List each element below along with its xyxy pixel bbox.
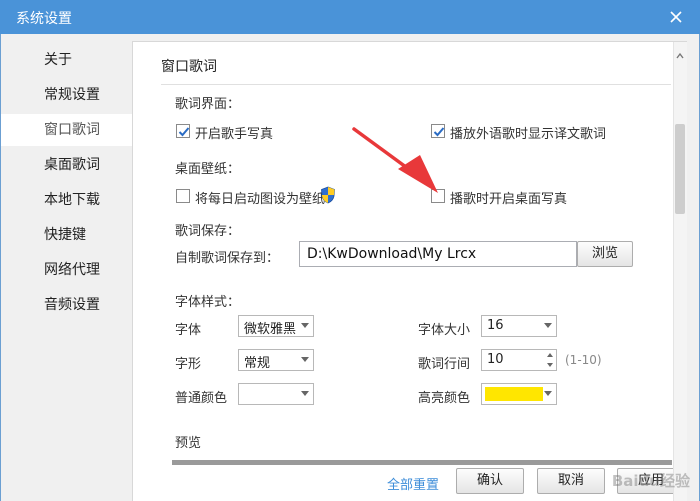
line-spacing-label: 歌词行间 [418,357,471,372]
daily-wallpaper-label: 将每日启动图设为壁纸 [195,192,326,207]
font-size-select[interactable]: 16 [481,315,557,337]
title-bar: 系统设置 [0,0,700,34]
normal-color-select[interactable] [238,383,314,405]
font-style-select[interactable]: 常规 [238,349,314,371]
sidebar-item-window-lyrics[interactable]: 窗口歌词 [1,114,133,146]
singer-photo-label: 开启歌手写真 [195,127,274,142]
stepper-up-icon[interactable] [547,353,553,357]
sidebar-item-local-download[interactable]: 本地下载 [1,184,132,216]
sidebar-item-desktop-lyrics[interactable]: 桌面歌词 [1,149,132,181]
scroll-up-icon[interactable] [674,50,686,62]
chevron-down-icon [544,323,552,328]
font-style-label: 字形 [175,357,202,372]
settings-panel: 窗口歌词 歌词界面： 开启歌手写真 播放外语歌时显示译文歌词 桌面壁纸： 将每日… [132,41,687,501]
chevron-down-icon [301,357,309,362]
lyrics-save-heading: 歌词保存： [175,224,241,239]
chevron-down-icon [301,323,309,328]
preview-bar [172,460,672,465]
font-select[interactable]: 微软雅黑 [238,315,314,337]
normal-color-swatch [242,387,298,401]
font-style-heading: 字体样式： [175,295,241,310]
shield-icon [320,186,336,208]
singer-photo-checkbox[interactable] [176,124,190,138]
close-icon[interactable] [666,7,686,27]
sidebar: 关于 常规设置 窗口歌词 桌面歌词 本地下载 快捷键 网络代理 音频设置 [1,34,133,501]
font-label: 字体 [175,323,202,338]
save-path-label: 自制歌词保存到： [175,251,280,266]
cancel-button[interactable]: 取消 [537,468,605,494]
highlight-color-select[interactable] [481,383,557,405]
line-spacing-value: 10 [487,352,504,367]
line-spacing-stepper[interactable]: 10 [481,349,557,371]
save-path-value: D:\KwDownload\My Lrcx [307,246,477,262]
preview-heading: 预览 [175,436,202,451]
settings-window: 关于 常规设置 窗口歌词 桌面歌词 本地下载 快捷键 网络代理 音频设置 窗口歌… [0,34,700,501]
wallpaper-heading: 桌面壁纸： [175,162,241,177]
chevron-down-icon [544,391,552,396]
line-spacing-range: (1-10) [565,353,602,367]
chevron-down-icon [301,391,309,396]
sidebar-item-shortcuts[interactable]: 快捷键 [1,219,132,251]
desktop-photo-label: 播歌时开启桌面写真 [450,192,568,207]
daily-wallpaper-checkbox[interactable] [176,189,190,203]
reset-all-link[interactable]: 全部重置 [387,474,439,493]
font-style-value: 常规 [244,356,271,371]
browse-button[interactable]: 浏览 [577,241,633,267]
font-size-label: 字体大小 [418,323,471,338]
sidebar-item-general[interactable]: 常规设置 [1,79,132,111]
section-divider [161,84,671,85]
annotation-arrow-icon [352,127,438,193]
translation-label: 播放外语歌时显示译文歌词 [450,127,607,142]
section-title: 窗口歌词 [161,59,217,75]
lyrics-ui-heading: 歌词界面： [175,97,241,112]
scroll-thumb[interactable] [675,124,685,214]
font-size-value: 16 [487,318,504,333]
sidebar-item-about[interactable]: 关于 [1,44,132,76]
confirm-button[interactable]: 确认 [456,468,524,494]
sidebar-item-audio[interactable]: 音频设置 [1,289,132,321]
font-value: 微软雅黑 [244,322,297,337]
vertical-scrollbar[interactable] [673,42,687,501]
sidebar-item-network-proxy[interactable]: 网络代理 [1,254,132,286]
window-title: 系统设置 [16,11,72,27]
save-path-input[interactable]: D:\KwDownload\My Lrcx [299,241,577,267]
normal-color-label: 普通颜色 [175,391,228,406]
highlight-color-label: 高亮颜色 [418,391,471,406]
highlight-color-swatch [485,387,543,401]
watermark-logo: Baidu经验 [611,472,690,490]
stepper-down-icon[interactable] [547,363,553,367]
